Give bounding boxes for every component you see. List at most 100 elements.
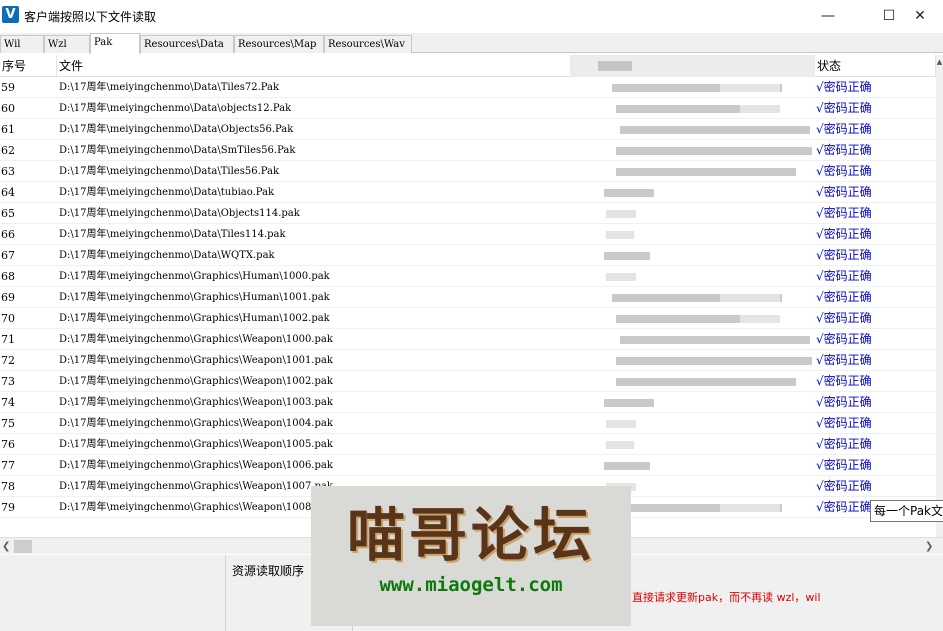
table-row[interactable]: 75 D:\17周年\meiyingchenmo\Graphics\Weapon\… [0, 413, 943, 434]
table-row[interactable]: 65 D:\17周年\meiyingchenmo\Data\Objects114.… [0, 203, 943, 224]
row-file-path: D:\17周年\meiyingchenmo\Graphics\Human\100… [59, 271, 330, 282]
table-row[interactable]: 61 D:\17周年\meiyingchenmo\Data\Objects56.P… [0, 119, 943, 140]
minimize-button[interactable]: — [805, 0, 851, 32]
row-file-path: D:\17周年\meiyingchenmo\Data\objects12.Pak [59, 103, 292, 114]
table-row[interactable]: 64 D:\17周年\meiyingchenmo\Data\tubiao.Pak √… [0, 182, 943, 203]
list-rows: 59 D:\17周年\meiyingchenmo\Data\Tiles72.Pak… [0, 77, 943, 518]
row-index: 70 [1, 312, 15, 325]
table-row[interactable]: 70 D:\17周年\meiyingchenmo\Graphics\Human\1… [0, 308, 943, 329]
tab-resources-data[interactable]: Resources\Data [140, 35, 234, 53]
tab-resources-wav[interactable]: Resources\Wav [324, 35, 412, 53]
row-status: √密码正确 [816, 206, 872, 220]
table-row[interactable]: 62 D:\17周年\meiyingchenmo\Data\SmTiles56.P… [0, 140, 943, 161]
row-file-path: D:\17周年\meiyingchenmo\Data\tubiao.Pak [59, 187, 275, 198]
row-status: √密码正确 [816, 374, 872, 388]
row-file-path: D:\17周年\meiyingchenmo\Data\Objects114.pa… [59, 208, 300, 219]
row-file-path: D:\17周年\meiyingchenmo\Graphics\Weapon\10… [59, 418, 333, 429]
row-status: √密码正确 [816, 479, 872, 493]
redacted-cell [606, 210, 636, 218]
column-header-index[interactable]: 序号 [0, 55, 57, 77]
table-row[interactable]: 74 D:\17周年\meiyingchenmo\Graphics\Weapon\… [0, 392, 943, 413]
divider [225, 555, 226, 631]
row-index: 72 [1, 354, 15, 367]
redacted-cell [606, 441, 634, 449]
table-row[interactable]: 72 D:\17周年\meiyingchenmo\Graphics\Weapon\… [0, 350, 943, 371]
load-order-label: 资源读取顺序 [232, 564, 305, 578]
redacted-cell [720, 84, 780, 92]
tab-pak[interactable]: Pak [90, 33, 140, 54]
row-index: 75 [1, 417, 15, 430]
row-file-path: D:\17周年\meiyingchenmo\Data\Objects56.Pak [59, 124, 294, 135]
watermark-title: 喵哥论坛 [346, 501, 595, 569]
tab-wil[interactable]: Wil [0, 35, 44, 53]
row-file-path: D:\17周年\meiyingchenmo\Graphics\Weapon\10… [59, 481, 333, 492]
table-row[interactable]: 60 D:\17周年\meiyingchenmo\Data\objects12.P… [0, 98, 943, 119]
table-row[interactable]: 59 D:\17周年\meiyingchenmo\Data\Tiles72.Pak… [0, 77, 943, 98]
row-file-path: D:\17周年\meiyingchenmo\Graphics\Human\100… [59, 313, 330, 324]
app-icon: V [2, 6, 19, 23]
close-button[interactable]: ✕ [897, 0, 943, 32]
title-bar: V 客户端按照以下文件读取 — ☐ ✕ [0, 0, 943, 32]
row-status: √密码正确 [816, 353, 872, 367]
table-row[interactable]: 67 D:\17周年\meiyingchenmo\Data\WQTX.pak √密码… [0, 245, 943, 266]
row-file-path: D:\17周年\meiyingchenmo\Graphics\Weapon\10… [59, 334, 333, 345]
row-status: √密码正确 [816, 395, 872, 409]
table-row[interactable]: 71 D:\17周年\meiyingchenmo\Graphics\Weapon\… [0, 329, 943, 350]
row-file-path: D:\17周年\meiyingchenmo\Graphics\Human\100… [59, 292, 330, 303]
table-row[interactable]: 68 D:\17周年\meiyingchenmo\Graphics\Human\1… [0, 266, 943, 287]
redacted-cell [620, 336, 810, 344]
row-status: √密码正确 [816, 332, 872, 346]
window-title: 客户端按照以下文件读取 [24, 10, 157, 24]
row-status: √密码正确 [816, 122, 872, 136]
row-index: 62 [1, 144, 15, 157]
row-file-path: D:\17周年\meiyingchenmo\Graphics\Weapon\10… [59, 439, 333, 450]
table-row[interactable]: 69 D:\17周年\meiyingchenmo\Graphics\Human\1… [0, 287, 943, 308]
row-index: 79 [1, 501, 15, 514]
row-index: 63 [1, 165, 15, 178]
table-row[interactable]: 66 D:\17周年\meiyingchenmo\Data\Tiles114.pa… [0, 224, 943, 245]
row-status: √密码正确 [816, 164, 872, 178]
redacted-cell [604, 252, 650, 260]
row-status: √密码正确 [816, 143, 872, 157]
row-file-path: D:\17周年\meiyingchenmo\Data\Tiles72.Pak [59, 82, 280, 93]
row-index: 59 [1, 81, 15, 94]
row-status: √密码正确 [816, 248, 872, 262]
vertical-scrollbar[interactable] [936, 55, 943, 537]
redacted-cell [740, 315, 780, 323]
row-file-path: D:\17周年\meiyingchenmo\Graphics\Weapon\10… [59, 397, 333, 408]
row-index: 67 [1, 249, 15, 262]
scroll-right-icon[interactable]: ❯ [925, 539, 937, 554]
row-index: 64 [1, 186, 15, 199]
redacted-cell [616, 378, 796, 386]
row-index: 74 [1, 396, 15, 409]
row-status: √密码正确 [816, 185, 872, 199]
tab-resources-map[interactable]: Resources\Map [234, 35, 324, 53]
table-row[interactable]: 77 D:\17周年\meiyingchenmo\Graphics\Weapon\… [0, 455, 943, 476]
redacted-region [598, 61, 632, 71]
redacted-cell [604, 399, 654, 407]
redacted-cell [604, 189, 654, 197]
tab-wzl[interactable]: Wzl [44, 35, 90, 53]
row-file-path: D:\17周年\meiyingchenmo\Data\Tiles56.Pak [59, 166, 280, 177]
table-row[interactable]: 63 D:\17周年\meiyingchenmo\Data\Tiles56.Pak… [0, 161, 943, 182]
tooltip: 每一个Pak文 [870, 500, 943, 522]
row-status: √密码正确 [816, 416, 872, 430]
scroll-up-icon[interactable]: ▲ [936, 55, 943, 69]
table-row[interactable]: 76 D:\17周年\meiyingchenmo\Graphics\Weapon\… [0, 434, 943, 455]
scrollbar-thumb[interactable] [14, 540, 32, 553]
row-status: √密码正确 [816, 500, 872, 514]
row-file-path: D:\17周年\meiyingchenmo\Graphics\Weapon\10… [59, 502, 333, 513]
scroll-left-icon[interactable]: ❮ [2, 539, 14, 554]
redacted-cell [616, 357, 812, 365]
table-row[interactable]: 73 D:\17周年\meiyingchenmo\Graphics\Weapon\… [0, 371, 943, 392]
row-index: 68 [1, 270, 15, 283]
row-file-path: D:\17周年\meiyingchenmo\Data\Tiles114.pak [59, 229, 286, 240]
row-status: √密码正确 [816, 311, 872, 325]
redacted-cell [720, 504, 780, 512]
row-status: √密码正确 [816, 80, 872, 94]
redacted-cell [606, 420, 636, 428]
column-header-status[interactable]: 状态 [815, 55, 936, 77]
redacted-cell [720, 294, 780, 302]
file-list[interactable]: 序号 文件 状态 59 D:\17周年\meiyingchenmo\Data\Ti… [0, 55, 943, 537]
row-file-path: D:\17周年\meiyingchenmo\Data\WQTX.pak [59, 250, 275, 261]
